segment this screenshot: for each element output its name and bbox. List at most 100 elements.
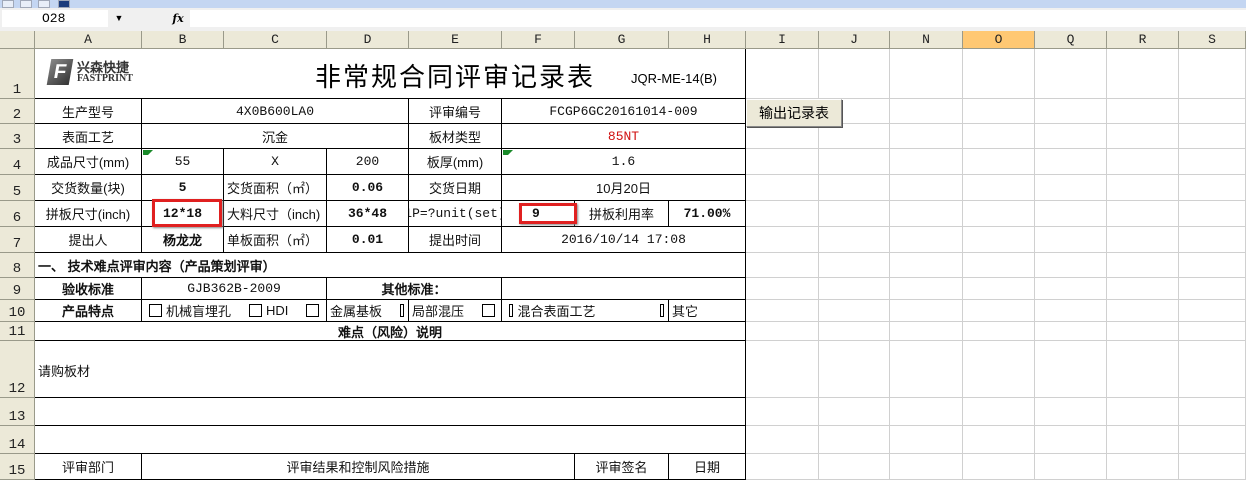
grid-cell[interactable] [746, 278, 819, 300]
grid-cell[interactable] [963, 175, 1035, 201]
grid-cell[interactable] [963, 149, 1035, 175]
cell-E6[interactable]: 1P=?unit(set) [409, 201, 502, 227]
name-box[interactable]: O28 [2, 10, 108, 27]
toolbar-dropdown-icon[interactable] [58, 0, 70, 8]
grid-cell[interactable] [746, 149, 819, 175]
grid-cell[interactable] [963, 278, 1035, 300]
grid-cell[interactable] [1107, 398, 1179, 426]
column-header-F[interactable]: F [502, 31, 575, 49]
checkbox-3[interactable] [400, 304, 404, 317]
cell-A8[interactable]: 一、 技术难点评审内容（产品策划评审） [35, 253, 746, 278]
column-header-A[interactable]: A [35, 31, 142, 49]
cell-C5[interactable]: 交货面积（㎡） [224, 175, 327, 201]
cell-C4[interactable]: X [224, 149, 327, 175]
row-header-4[interactable]: 4 [0, 149, 35, 175]
column-header-N[interactable]: N [890, 31, 963, 49]
grid-cell[interactable] [1179, 49, 1246, 99]
cell-A3[interactable]: 表面工艺 [35, 124, 142, 149]
cell-B15[interactable]: 评审结果和控制风险措施 [142, 454, 575, 480]
cell-D5[interactable]: 0.06 [327, 175, 409, 201]
cell-G15[interactable]: 评审签名 [575, 454, 669, 480]
cell-A11[interactable]: 难点（风险）说明 [35, 322, 746, 341]
row-header-7[interactable]: 7 [0, 227, 35, 253]
grid-cell[interactable] [963, 300, 1035, 322]
grid-cell[interactable] [963, 227, 1035, 253]
formula-input[interactable] [190, 10, 1246, 27]
grid-cell[interactable] [890, 175, 963, 201]
column-header-G[interactable]: G [575, 31, 669, 49]
grid-cell[interactable] [890, 322, 963, 341]
row-header-9[interactable]: 9 [0, 278, 35, 300]
grid-cell[interactable] [1107, 300, 1179, 322]
grid-cell[interactable] [819, 398, 890, 426]
grid-cell[interactable] [890, 300, 963, 322]
grid-cell[interactable] [746, 426, 819, 454]
grid-cell[interactable] [890, 454, 963, 480]
grid-cell[interactable] [819, 201, 890, 227]
column-header-E[interactable]: E [409, 31, 502, 49]
grid-cell[interactable] [1107, 227, 1179, 253]
cell-D4[interactable]: 200 [327, 149, 409, 175]
cell-A5[interactable]: 交货数量(块) [35, 175, 142, 201]
cell-E4[interactable]: 板厚(mm) [409, 149, 502, 175]
grid-cell[interactable] [1035, 300, 1107, 322]
grid-cell[interactable] [1179, 454, 1246, 480]
grid-cell[interactable] [963, 454, 1035, 480]
grid-cell[interactable] [1035, 175, 1107, 201]
cell-F2[interactable]: FCGP6GC20161014-009 [502, 99, 746, 124]
grid-cell[interactable] [1035, 426, 1107, 454]
grid-cell[interactable] [1107, 278, 1179, 300]
grid-cell[interactable] [963, 322, 1035, 341]
column-header-I[interactable]: I [746, 31, 819, 49]
checkbox-5[interactable] [659, 304, 664, 317]
column-header-S[interactable]: S [1179, 31, 1246, 49]
cell-G6[interactable]: 拼板利用率 [575, 201, 669, 227]
grid-cell[interactable] [746, 175, 819, 201]
row-header-12[interactable]: 12 [0, 341, 35, 398]
grid-cell[interactable] [1035, 454, 1107, 480]
grid-cell[interactable] [963, 201, 1035, 227]
grid-cell[interactable] [819, 454, 890, 480]
grid-cell[interactable] [1107, 341, 1179, 398]
grid-cell[interactable] [1179, 149, 1246, 175]
cell-A4[interactable]: 成品尺寸(mm) [35, 149, 142, 175]
grid-cell[interactable] [819, 227, 890, 253]
grid-cell[interactable] [746, 227, 819, 253]
checkbox-4[interactable] [482, 304, 496, 317]
grid-cell[interactable] [746, 454, 819, 480]
grid-cell[interactable] [890, 341, 963, 398]
grid-cell[interactable] [1035, 341, 1107, 398]
grid-cell[interactable] [1179, 124, 1246, 149]
column-header-R[interactable]: R [1107, 31, 1179, 49]
cell-A14[interactable] [35, 426, 746, 454]
grid-cell[interactable] [890, 227, 963, 253]
grid-cell[interactable] [819, 341, 890, 398]
cell-A9[interactable]: 验收标准 [35, 278, 142, 300]
grid-cell[interactable] [1107, 454, 1179, 480]
grid-cell[interactable] [1179, 227, 1246, 253]
grid-cell[interactable] [1179, 99, 1246, 124]
cell-B2[interactable]: 4X0B600LA0 [142, 99, 409, 124]
grid-cell[interactable] [819, 426, 890, 454]
grid-cell[interactable] [963, 426, 1035, 454]
grid-cell[interactable] [1179, 253, 1246, 278]
cell-A12[interactable]: 请购板材 [35, 341, 746, 398]
cell-F3[interactable]: 85NT [502, 124, 746, 149]
grid-cell[interactable] [1035, 149, 1107, 175]
grid-cell[interactable] [890, 201, 963, 227]
grid-cell[interactable] [746, 124, 819, 149]
row-header-5[interactable]: 5 [0, 175, 35, 201]
cell-A7[interactable]: 提出人 [35, 227, 142, 253]
checkbox-undefined[interactable] [306, 304, 320, 317]
grid-cell[interactable] [746, 300, 819, 322]
row-header-13[interactable]: 13 [0, 398, 35, 426]
grid-cell[interactable] [1107, 175, 1179, 201]
cell-F9[interactable] [502, 278, 746, 300]
output-record-button[interactable]: 输出记录表 [746, 99, 842, 127]
grid-cell[interactable] [1035, 124, 1107, 149]
grid-cell[interactable] [1035, 398, 1107, 426]
row-header-14[interactable]: 14 [0, 426, 35, 454]
grid-cell[interactable] [746, 201, 819, 227]
chevron-down-icon[interactable]: ▼ [112, 10, 126, 27]
cell-H15[interactable]: 日期 [669, 454, 746, 480]
